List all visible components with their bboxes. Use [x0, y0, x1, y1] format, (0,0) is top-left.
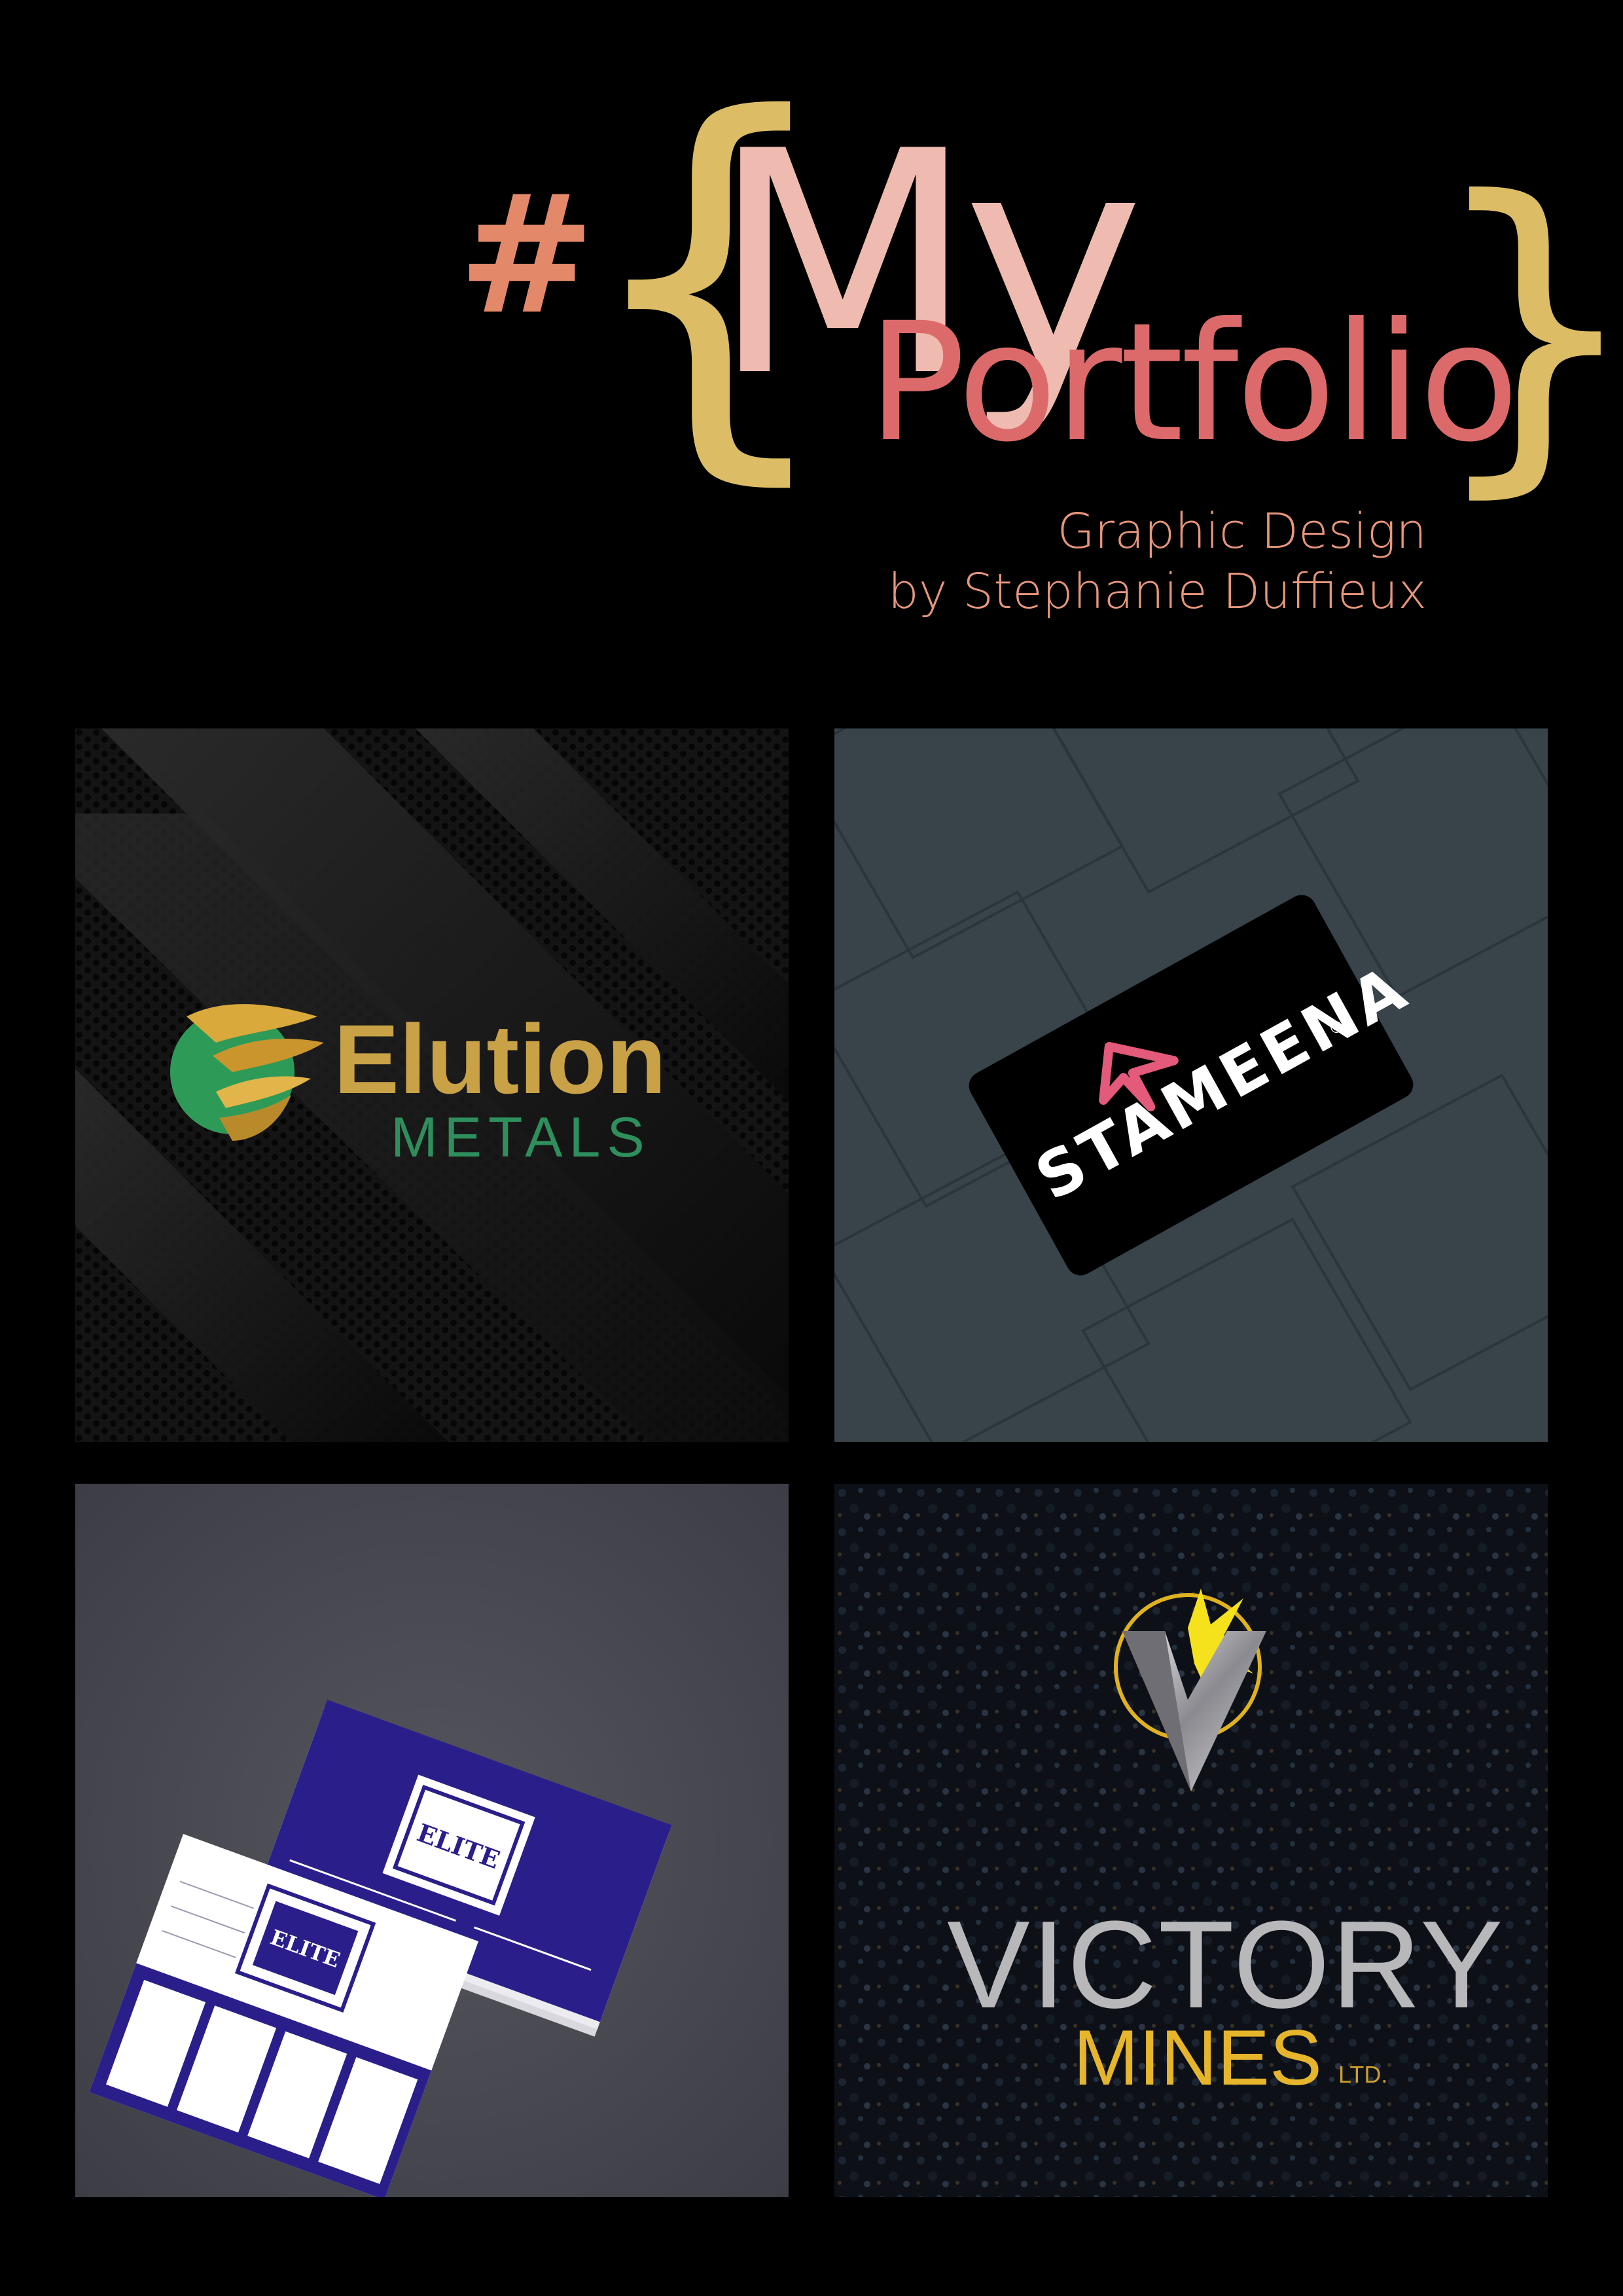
- title-portfolio: Portfolio: [867, 287, 1519, 478]
- subtitle-line1: Graphic Design: [1057, 503, 1427, 560]
- elution-name: Elution: [334, 1004, 667, 1114]
- close-brace: }: [1427, 129, 1623, 526]
- victory-name: VICTORY: [947, 1895, 1505, 2034]
- victory-sub: MINES: [1073, 2014, 1323, 2102]
- victory-suffix: LTD.: [1338, 2061, 1388, 2088]
- elution-metals-tile: Elution METALS: [75, 728, 789, 1442]
- registered-mark: ®: [1329, 1018, 1344, 1037]
- subtitle-line2: by Stephanie Duffieux: [887, 564, 1427, 620]
- hash-symbol: #: [458, 160, 596, 350]
- victory-mines-tile: VICTORY MINES LTD.: [834, 1484, 1548, 2197]
- elution-sub: METALS: [391, 1106, 651, 1169]
- elite-cards-mockup: ELITE ELITE: [75, 1484, 789, 2197]
- stameena-tile: STAMEENA ®: [834, 728, 1548, 1442]
- elite-cards-tile: ELITE ELITE: [75, 1484, 789, 2197]
